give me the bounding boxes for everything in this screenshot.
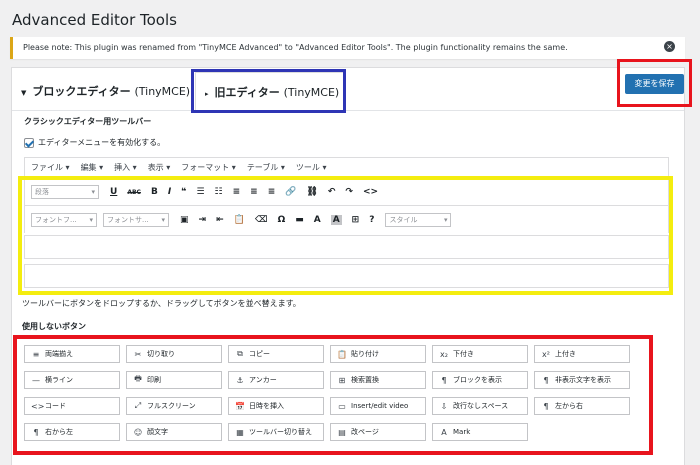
rename-notice: Please note: This plugin was renamed fro… (10, 37, 685, 59)
highlight-box-blue (191, 69, 346, 113)
menu-tools[interactable]: ツール ▾ (296, 162, 327, 173)
enable-menu-checkbox[interactable] (24, 137, 34, 148)
close-icon[interactable]: × (664, 41, 675, 52)
tab-label: ブロックエディター (32, 85, 131, 98)
menu-insert[interactable]: 挿入 ▾ (114, 162, 137, 173)
classic-toolbar-heading: クラシックエディター用ツールバー (24, 117, 152, 126)
menu-table[interactable]: テーブル ▾ (247, 162, 285, 173)
page-title: Advanced Editor Tools (12, 11, 177, 29)
editor-menubar: ファイル ▾ 編集 ▾ 挿入 ▾ 表示 ▾ フォーマット ▾ テーブル ▾ ツー… (24, 157, 669, 178)
menu-view[interactable]: 表示 ▾ (148, 162, 171, 173)
enable-menu-row[interactable]: エディターメニューを有効化する。 (24, 137, 165, 148)
tab-suffix: (TinyMCE) (134, 85, 191, 98)
menu-file[interactable]: ファイル ▾ (31, 162, 70, 173)
enable-menu-label: エディターメニューを有効化する。 (38, 138, 166, 147)
caret-down-icon: ▼ (21, 89, 27, 97)
menu-edit[interactable]: 編集 ▾ (81, 162, 104, 173)
drag-hint: ツールバーにボタンをドロップするか、ドラッグしてボタンを並べ替えます。 (22, 299, 301, 308)
highlight-box-red-save (617, 59, 692, 107)
highlight-box-yellow (18, 176, 673, 295)
tab-bar: ▼ ブロックエディター (TinyMCE) ▸ 旧エディター (TinyMCE) (12, 68, 684, 111)
unused-buttons-heading: 使用しないボタン (22, 322, 86, 331)
tab-block-editor[interactable]: ▼ ブロックエディター (TinyMCE) (21, 83, 190, 99)
highlight-box-red-unused (13, 335, 653, 455)
menu-format[interactable]: フォーマット ▾ (181, 162, 236, 173)
notice-text: Please note: This plugin was renamed fro… (23, 43, 568, 52)
